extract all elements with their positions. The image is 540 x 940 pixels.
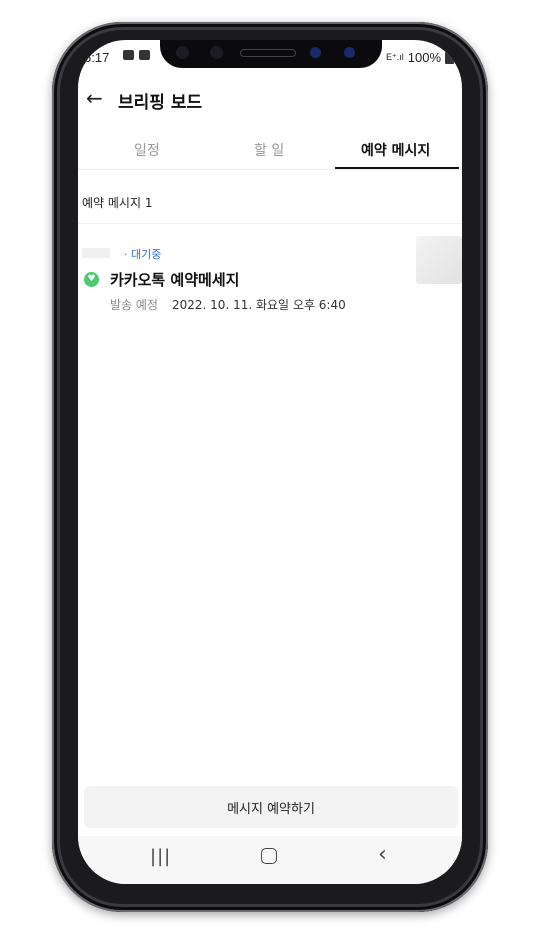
speaker-grille xyxy=(240,49,296,57)
divider xyxy=(78,223,462,224)
status-time: 6:17 xyxy=(84,50,110,65)
front-camera-icon xyxy=(344,47,355,58)
thumbnail-redacted xyxy=(416,236,462,284)
schedule-message-button[interactable]: 메시지 예약하기 xyxy=(84,786,458,828)
message-notification-icon xyxy=(139,50,150,60)
app-header: ← 브리핑 보드 xyxy=(78,84,462,116)
sender-name-redacted xyxy=(82,248,110,258)
phone-screen: 6:17 E⁺.ıl 100% ← 브리핑 보드 일정 할 일 예약 메시지 예… xyxy=(78,40,462,884)
back-chevron-icon[interactable]: ‹ xyxy=(378,842,387,867)
scheduled-message-item[interactable]: · 대기중 ♥ 카카오톡 예약메세지 발송 예정 2022. 10. 11. 화… xyxy=(78,236,462,326)
system-nav-bar: ||| ‹ xyxy=(78,836,462,884)
front-camera-icon xyxy=(310,47,321,58)
sensor-icon xyxy=(210,46,223,59)
page-title: 브리핑 보드 xyxy=(118,93,203,113)
section-count-label: 예약 메시지 1 xyxy=(82,196,153,210)
camera-notch xyxy=(160,40,382,68)
battery-percent: 100% xyxy=(407,50,441,65)
home-icon[interactable] xyxy=(261,848,277,864)
tab-bar: 일정 할 일 예약 메시지 xyxy=(78,134,462,170)
tab-schedule[interactable]: 일정 xyxy=(134,140,160,160)
kakao-talk-icon: ♥ xyxy=(84,272,99,287)
status-right: E⁺.ıl 100% xyxy=(386,50,454,65)
message-title: 카카오톡 예약메세지 xyxy=(110,271,240,289)
active-tab-indicator xyxy=(335,167,459,169)
signal-icon: E⁺.ıl xyxy=(385,52,404,62)
gallery-notification-icon xyxy=(123,50,134,60)
schedule-label: 발송 예정 xyxy=(110,298,158,312)
status-badge: · 대기중 xyxy=(124,248,162,261)
notification-icons xyxy=(123,50,150,60)
tab-scheduled-messages[interactable]: 예약 메시지 xyxy=(361,140,430,160)
schedule-datetime: 2022. 10. 11. 화요일 오후 6:40 xyxy=(172,298,346,312)
battery-icon xyxy=(445,51,454,64)
sensor-icon xyxy=(176,46,189,59)
recent-apps-icon[interactable]: ||| xyxy=(150,846,171,867)
tab-todo[interactable]: 할 일 xyxy=(254,140,284,160)
back-arrow-icon[interactable]: ← xyxy=(86,86,103,110)
